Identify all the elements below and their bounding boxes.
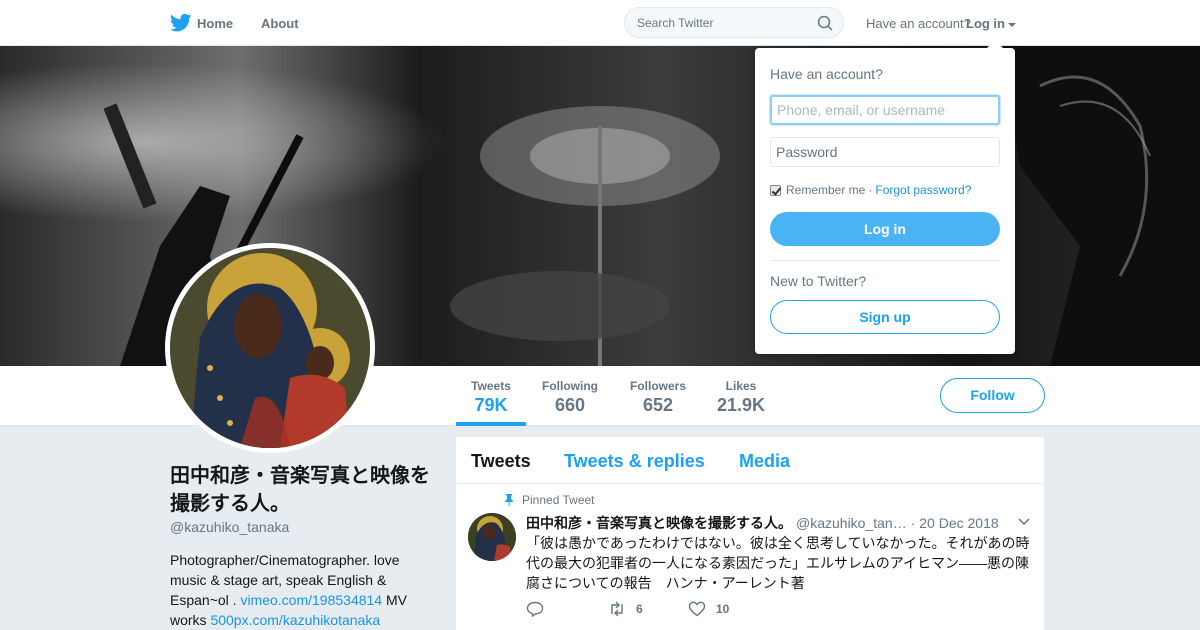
top-nav-bar: Home About Search Twitter Have an accoun… [0, 0, 1200, 46]
divider [770, 260, 1000, 261]
tweet-text: 「彼は愚かであったわけではない。彼は全く思考していなかった。それがあの時代の最大… [526, 535, 1030, 591]
stat-value: 652 [642, 395, 674, 415]
tweet-author-handle[interactable]: @kazuhiko_tan… [796, 515, 907, 531]
retweet-button[interactable]: 6 [608, 601, 643, 617]
tweet-actions: 6 10 [526, 601, 926, 621]
like-button[interactable]: 10 [688, 601, 729, 617]
tab-tweets-and-replies[interactable]: Tweets & replies [564, 451, 705, 472]
signup-button[interactable]: Sign up [770, 300, 1000, 334]
bio-500px-link[interactable]: 500px.com/kazuhikotanaka [210, 612, 380, 628]
pinned-label-row: Pinned Tweet [504, 493, 595, 507]
timeline-tabs: Tweets Tweets & replies Media [456, 437, 1044, 484]
stat-value: 21.9K [716, 395, 766, 415]
login-heading: Have an account? [770, 66, 883, 82]
separator-dot: · [868, 183, 873, 197]
remember-me-row: Remember me · Forgot password? [770, 183, 971, 197]
like-count: 10 [716, 602, 730, 616]
nav-home-link[interactable]: Home [197, 16, 233, 31]
tweet-author-name[interactable]: 田中和彦・音楽写真と映像を撮影する人。 [526, 515, 792, 531]
tab-tweets[interactable]: Tweets [471, 451, 531, 472]
login-dropdown-toggle[interactable]: Log in [966, 16, 1016, 31]
search-input[interactable]: Search Twitter [637, 16, 713, 30]
reply-icon [526, 601, 544, 617]
search-box[interactable]: Search Twitter [624, 7, 844, 38]
profile-name: 田中和彦・音楽写真と映像を撮影する人。 [170, 465, 430, 515]
profile-avatar[interactable] [165, 243, 375, 453]
pinned-label: Pinned Tweet [522, 493, 595, 507]
tweet-avatar[interactable] [468, 513, 516, 561]
search-icon[interactable] [817, 15, 833, 31]
profile-handle: @kazuhiko_tanaka [170, 519, 290, 535]
stat-followers[interactable]: Followers 652 [624, 379, 692, 416]
retweet-count: 6 [636, 602, 643, 616]
heart-icon [688, 601, 706, 617]
username-field[interactable] [770, 95, 1000, 125]
pinned-tweet[interactable]: Pinned Tweet 田中和彦・音楽写真と映像を撮影する人。 @kazuhik… [456, 484, 1044, 630]
stat-label: Following [542, 379, 598, 393]
stat-following[interactable]: Following 660 [536, 379, 604, 416]
pin-icon [505, 494, 513, 506]
login-toggle-label[interactable]: Log in [966, 16, 1005, 31]
chevron-down-icon[interactable] [1018, 518, 1030, 526]
tweet-timeline: Tweets Tweets & replies Media Pinned Twe… [456, 437, 1044, 630]
profile-bio: Photographer/Cinematographer. love music… [170, 550, 420, 630]
follow-button[interactable]: Follow [940, 378, 1045, 413]
bio-vimeo-link[interactable]: vimeo.com/198534814 [240, 592, 382, 608]
password-field[interactable] [770, 137, 1000, 167]
chevron-down-icon[interactable] [1008, 22, 1016, 27]
stat-label: Tweets [471, 379, 511, 393]
stat-label: Likes [725, 379, 757, 393]
login-dropdown-panel: Have an account? Remember me · Forgot pa… [755, 40, 1015, 354]
forgot-password-link[interactable]: Forgot password? [875, 183, 971, 197]
remember-me-checkbox[interactable] [770, 184, 781, 196]
stat-value: 79K [474, 395, 508, 415]
stat-tweets[interactable]: Tweets 79K [456, 379, 526, 416]
tab-media[interactable]: Media [739, 451, 790, 472]
retweet-icon [611, 601, 623, 617]
login-button[interactable]: Log in [770, 212, 1000, 246]
stat-label: Followers [629, 379, 686, 393]
twitter-bird-icon[interactable] [170, 13, 192, 33]
stat-value: 660 [554, 395, 586, 415]
stat-likes[interactable]: Likes 21.9K [706, 379, 776, 416]
remember-me-label[interactable]: Remember me [786, 183, 865, 197]
active-tab-indicator [456, 422, 526, 426]
reply-button[interactable] [526, 601, 554, 617]
tweet-header: 田中和彦・音楽写真と映像を撮影する人。 @kazuhiko_tan… · 20 De… [526, 513, 999, 533]
account-prompt: Have an account? [866, 16, 971, 31]
tweet-timestamp[interactable]: · 20 Dec 2018 [911, 515, 999, 531]
new-to-twitter-label: New to Twitter? [770, 273, 867, 289]
nav-about-link[interactable]: About [261, 16, 299, 31]
